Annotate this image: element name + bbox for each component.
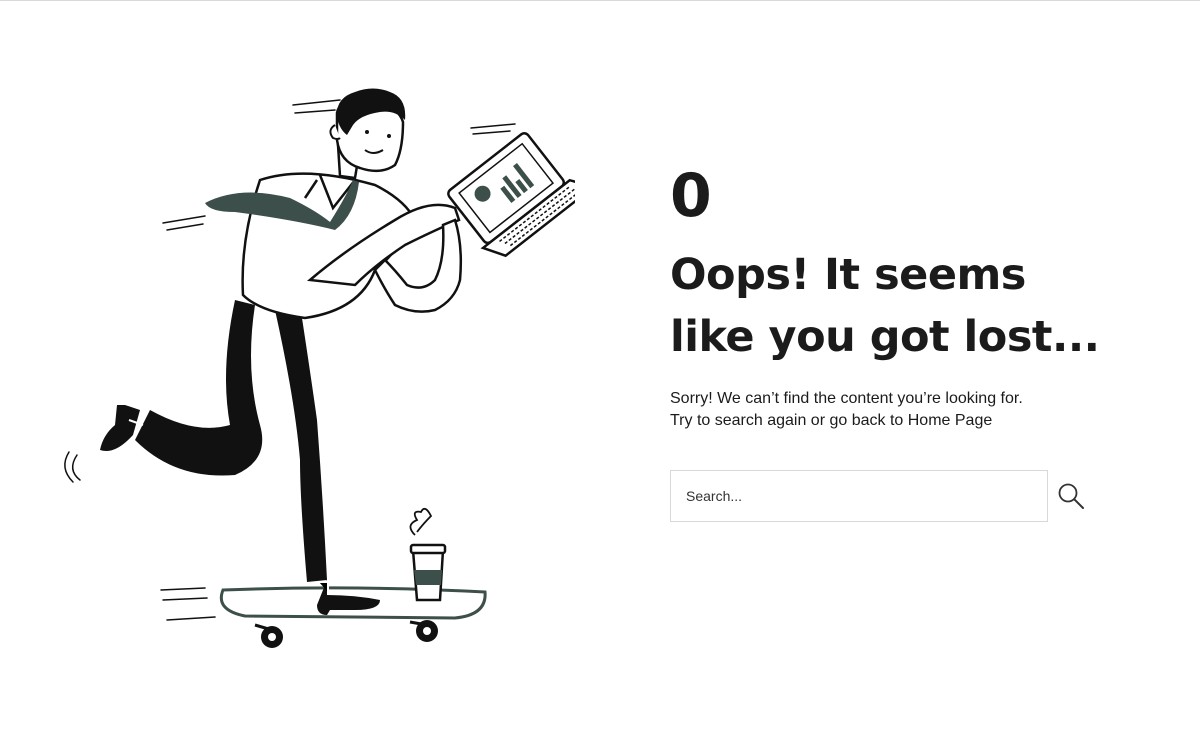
search-form (670, 470, 1150, 522)
error-code: 0 (670, 161, 712, 231)
message-line-1: Sorry! We can’t find the content you’re … (670, 390, 1023, 407)
not-found-panel: 0 Oops! It seems like you got lost... So… (670, 160, 1150, 522)
message-line-2: Try to search again or go back to Home P… (670, 412, 993, 429)
not-found-message: Sorry! We can’t find the content you’re … (670, 388, 1150, 432)
headline-line-2: like you got lost... (670, 312, 1100, 362)
page-headline: Oops! It seems like you got lost... (670, 244, 1150, 368)
top-divider (0, 0, 1200, 1)
headline-line-1: Oops! It seems (670, 250, 1026, 300)
search-button[interactable] (1056, 481, 1086, 511)
search-icon (1058, 483, 1084, 509)
lost-illustration (55, 80, 597, 660)
search-input[interactable] (670, 470, 1048, 522)
